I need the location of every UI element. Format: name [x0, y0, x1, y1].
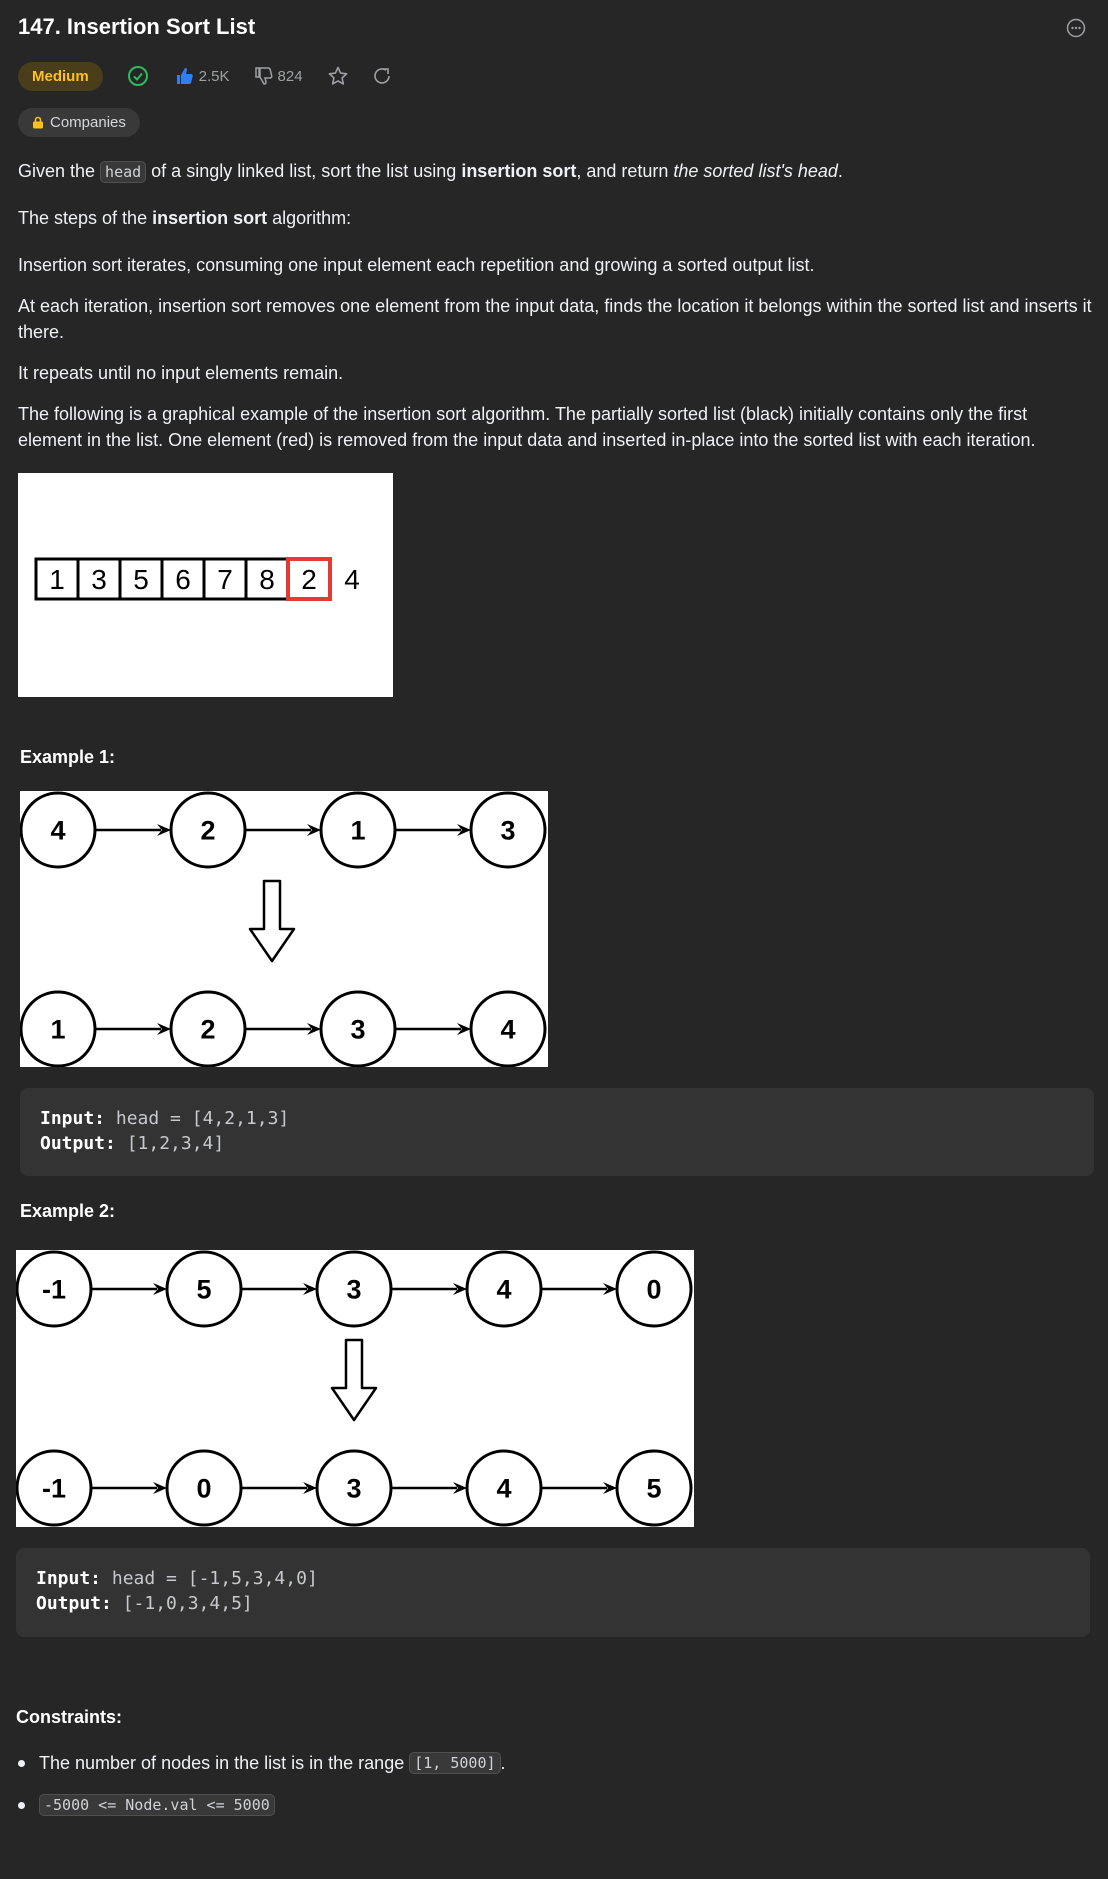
node-value: 3 — [346, 1474, 361, 1504]
companies-label: Companies — [50, 114, 126, 131]
animation-frame: 13567824 — [34, 557, 360, 601]
description-paragraph-3: Insertion sort iterates, consuming one i… — [18, 255, 815, 275]
unsorted-value: 4 — [344, 564, 360, 595]
bullet-dot — [18, 1759, 25, 1767]
transform-arrow-icon — [248, 879, 296, 963]
output-label: Output: — [36, 1593, 112, 1614]
text: Given the — [18, 161, 101, 181]
insertion-sort-animation: 13567824 — [18, 473, 393, 697]
transform-arrow-icon — [330, 1338, 378, 1422]
node-value: 5 — [646, 1474, 661, 1504]
constraint-code: -5000 <= Node.val <= 5000 — [39, 1794, 275, 1816]
output-value: [-1,0,3,4,5] — [122, 1593, 253, 1614]
text: . — [837, 161, 843, 181]
description-paragraph-4: At each iteration, insertion sort remove… — [18, 296, 1092, 342]
example-2-io: Input: head = [-1,5,3,4,0] Output: [-1,0… — [16, 1548, 1090, 1637]
share-icon[interactable] — [371, 65, 393, 87]
node-value: 2 — [200, 1015, 215, 1045]
sort-box-value: 8 — [259, 564, 275, 595]
output-label: Output: — [40, 1133, 116, 1154]
node-value: 1 — [350, 816, 365, 846]
problem-meta: Medium 2.5K 824 — [18, 60, 393, 92]
italic-text: the sorted list's head — [673, 161, 838, 181]
description-paragraph-1: Given the head of a singly linked list, … — [18, 158, 1093, 185]
example-1-linked-lists: 4 2 1 3 1 2 3 4 — [19, 791, 547, 1068]
difficulty-badge: Medium — [18, 61, 103, 91]
solved-check-icon — [127, 66, 148, 86]
bullet-dot — [18, 1801, 25, 1809]
node-value: 3 — [500, 816, 515, 846]
constraint-2: -5000 <= Node.val <= 5000 — [18, 1794, 275, 1816]
constraints-heading: Constraints: — [16, 1707, 123, 1727]
description-paragraph-5: It repeats until no input elements remai… — [18, 363, 344, 383]
constraint-text: The number of nodes in the list is in th… — [39, 1752, 405, 1773]
sort-box-value: 2 — [301, 564, 317, 595]
dislike-count: 824 — [277, 67, 303, 85]
text: The steps of the — [18, 208, 153, 228]
node-value: -1 — [42, 1474, 66, 1504]
input-value: head = [-1,5,3,4,0] — [111, 1568, 318, 1589]
thumbs-down-icon — [254, 67, 273, 85]
input-value: head = [4,2,1,3] — [115, 1108, 290, 1129]
like-button[interactable]: 2.5K — [175, 66, 230, 86]
example-1-io: Input: head = [4,2,1,3] Output: [1,2,3,4… — [20, 1088, 1094, 1176]
star-icon[interactable] — [327, 65, 349, 87]
text: algorithm: — [267, 208, 352, 228]
sort-box-value: 1 — [49, 564, 65, 595]
like-count: 2.5K — [198, 67, 230, 85]
sort-box-value: 3 — [91, 564, 107, 595]
node-value: -1 — [42, 1275, 66, 1305]
output-value: [1,2,3,4] — [126, 1133, 225, 1154]
node-value: 3 — [346, 1275, 361, 1305]
node-value: 3 — [350, 1015, 365, 1045]
node-value: 0 — [196, 1474, 211, 1504]
description-paragraph-2: The steps of the insertion sort algorith… — [18, 205, 1093, 231]
sort-box-value: 7 — [217, 564, 233, 595]
bold-text: insertion sort — [461, 161, 577, 181]
node-value: 0 — [646, 1275, 661, 1305]
text: of a singly linked list, sort the list u… — [146, 161, 462, 181]
example-1-diagram: 4 2 1 3 1 2 3 4 — [19, 791, 548, 1068]
companies-tag[interactable]: Companies — [18, 108, 140, 137]
node-value: 2 — [200, 816, 215, 846]
head-code: head — [100, 161, 147, 183]
example-2-heading: Example 2: — [20, 1201, 116, 1221]
dislike-button[interactable]: 824 — [254, 66, 303, 86]
input-label: Input: — [36, 1568, 102, 1589]
problem-title: 147. Insertion Sort List — [18, 14, 256, 39]
constraint-1: The number of nodes in the list is in th… — [18, 1752, 506, 1774]
text: , and return — [576, 161, 674, 181]
node-value: 5 — [196, 1275, 211, 1305]
sort-box-value: 5 — [133, 564, 149, 595]
node-value: 4 — [496, 1474, 511, 1504]
example-2-linked-lists: -1 5 3 4 0 -1 0 3 4 5 — [15, 1250, 693, 1527]
node-value: 4 — [496, 1275, 511, 1305]
sort-box-value: 6 — [175, 564, 191, 595]
thumbs-up-icon — [176, 68, 193, 84]
description-paragraph-6: The following is a graphical example of … — [18, 404, 1036, 450]
example-1-heading: Example 1: — [20, 747, 116, 767]
constraint-code: [1, 5000] — [409, 1752, 501, 1774]
lock-icon — [33, 116, 43, 129]
input-label: Input: — [40, 1108, 106, 1129]
node-value: 1 — [50, 1015, 65, 1045]
constraint-end: . — [500, 1752, 506, 1773]
node-value: 4 — [500, 1015, 515, 1045]
node-value: 4 — [50, 816, 65, 846]
example-2-diagram: -1 5 3 4 0 -1 0 3 4 5 — [15, 1250, 694, 1527]
bold-text: insertion sort — [152, 208, 268, 228]
more-options-icon[interactable] — [1066, 18, 1086, 38]
